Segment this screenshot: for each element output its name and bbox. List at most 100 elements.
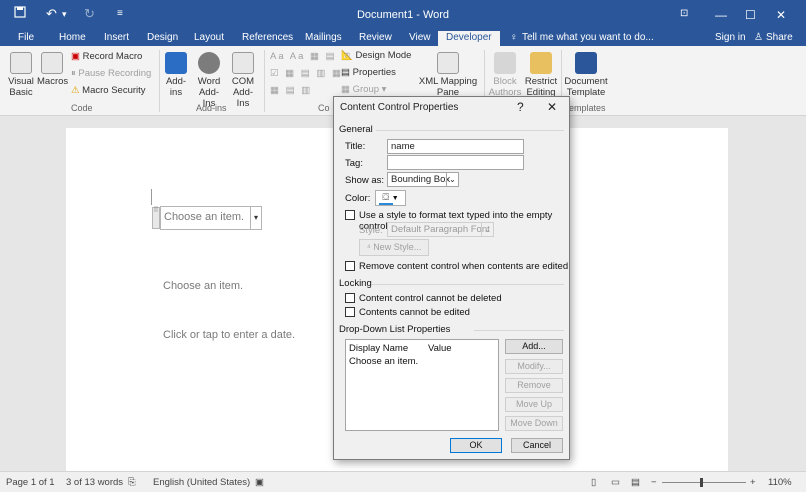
move-up-button[interactable]: Move Up — [505, 397, 563, 412]
dropdown-list-section-label: Drop-Down List Properties — [339, 324, 451, 335]
xml-mapping-icon — [437, 52, 459, 74]
xml-mapping-label: XML Mapping Pane — [418, 76, 478, 98]
document-line-choose-item[interactable]: Choose an item. — [163, 280, 243, 292]
design-mode-button[interactable]: 📐 Design Mode — [341, 50, 411, 61]
cannot-delete-checkbox[interactable] — [345, 293, 355, 303]
read-mode-icon[interactable]: ▯ — [591, 477, 596, 488]
minimize-button[interactable]: — — [715, 8, 727, 22]
style-label: Style: — [359, 225, 383, 236]
help-button[interactable]: ? — [517, 100, 524, 114]
word-template-icon — [575, 52, 597, 74]
macro-security-button[interactable]: ⚠ Macro Security — [71, 85, 146, 96]
tab-layout[interactable]: Layout — [194, 31, 224, 46]
language-indicator[interactable]: English (United States) — [153, 477, 250, 488]
dialog-title: Content Control Properties — [340, 102, 459, 113]
web-layout-icon[interactable]: ▤ — [631, 477, 640, 488]
word-add-ins-button[interactable]: Word Add-Ins — [193, 52, 225, 109]
style-select[interactable]: Default Paragraph Font ⌄ — [387, 222, 494, 237]
com-add-ins-label: COM Add-Ins — [231, 76, 255, 109]
zoom-in-button[interactable]: + — [750, 477, 756, 488]
add-ins-button[interactable]: Add-ins — [162, 52, 190, 98]
group-button[interactable]: ▦ Group ▾ — [341, 84, 386, 95]
xml-mapping-button[interactable]: XML Mapping Pane — [417, 52, 479, 98]
tab-view[interactable]: View — [409, 31, 431, 46]
controls-gallery-row3[interactable]: ▦ ▤ ▥ — [270, 85, 312, 96]
pause-recording-button[interactable]: ⏸ Pause Recording — [71, 68, 151, 79]
visual-basic-label: Visual Basic — [8, 76, 34, 98]
warning-icon: ⚠ — [71, 85, 80, 96]
cannot-edit-label: Contents cannot be edited — [359, 307, 470, 318]
zoom-out-button[interactable]: − — [651, 477, 657, 488]
chevron-down-icon: ▼ — [391, 195, 399, 202]
share-button[interactable]: Share — [766, 31, 793, 46]
block-authors-icon — [494, 52, 516, 74]
proofing-icon[interactable]: ⎘ — [128, 477, 136, 488]
cannot-edit-checkbox[interactable] — [345, 307, 355, 317]
block-authors-button[interactable]: Block Authors — [486, 52, 524, 98]
group-icon: ▦ — [341, 84, 350, 95]
tag-label: Tag: — [345, 158, 363, 169]
zoom-level[interactable]: 110% — [768, 477, 792, 488]
macros-label: Macros — [37, 76, 69, 87]
dropdown-content-control[interactable]: ⠿ Choose an item. ▾ — [152, 206, 262, 230]
print-layout-icon[interactable]: ▭ — [611, 477, 620, 488]
column-header-value[interactable]: Value — [428, 343, 452, 354]
list-item[interactable]: Choose an item. — [349, 356, 418, 367]
properties-button[interactable]: ▤ Properties — [341, 67, 396, 78]
column-header-display-name[interactable]: Display Name — [349, 343, 408, 354]
controls-gallery-row1[interactable]: Aa Aa ▦ ▤ ▥ — [270, 51, 352, 62]
com-add-ins-button[interactable]: COM Add-Ins — [227, 52, 259, 109]
color-picker-button[interactable]: ⛋ ▼ — [375, 190, 406, 206]
divider — [474, 330, 564, 331]
chevron-down-icon[interactable]: ▾ — [250, 207, 261, 229]
add-ins-icon — [165, 52, 187, 74]
tab-home[interactable]: Home — [59, 31, 86, 46]
tab-mailings[interactable]: Mailings — [305, 31, 342, 46]
tab-design[interactable]: Design — [147, 31, 178, 46]
close-button[interactable]: ✕ — [776, 8, 786, 22]
sign-in-link[interactable]: Sign in — [715, 31, 746, 46]
title-input[interactable]: name — [387, 139, 524, 154]
ok-button[interactable]: OK — [450, 438, 502, 453]
design-mode-icon: 📐 — [341, 50, 353, 61]
macro-recording-icon[interactable]: ▣ — [255, 477, 264, 488]
visual-basic-button[interactable]: Visual Basic — [6, 52, 36, 98]
tab-developer[interactable]: Developer — [438, 31, 500, 46]
document-template-button[interactable]: Document Template — [563, 52, 609, 98]
restrict-editing-button[interactable]: Restrict Editing — [524, 52, 558, 98]
cancel-button[interactable]: Cancel — [511, 438, 563, 453]
group-controls-label: Co — [318, 103, 330, 113]
dialog-close-button[interactable]: ✕ — [547, 100, 557, 114]
maximize-button[interactable]: ☐ — [745, 8, 756, 22]
zoom-slider[interactable] — [662, 482, 746, 483]
chevron-down-icon: ⌄ — [481, 223, 493, 236]
zoom-slider-thumb[interactable] — [700, 478, 703, 487]
ribbon-display-icon[interactable]: ⊡ — [680, 8, 688, 19]
add-button[interactable]: Add... — [505, 339, 563, 354]
record-macro-button[interactable]: ▣ Record Macro — [71, 51, 142, 62]
use-style-checkbox[interactable] — [345, 210, 355, 220]
page-count[interactable]: Page 1 of 1 — [6, 477, 55, 488]
remove-button[interactable]: Remove — [505, 378, 563, 393]
word-count[interactable]: 3 of 13 words — [66, 477, 123, 488]
tab-references[interactable]: References — [242, 31, 293, 46]
tab-file[interactable]: File — [18, 31, 34, 46]
macro-security-label: Macro Security — [82, 85, 146, 96]
drag-handle[interactable]: ⠿ — [152, 207, 160, 229]
group-templates-label: emplates — [569, 103, 606, 113]
document-line-date[interactable]: Click or tap to enter a date. — [163, 329, 295, 341]
dropdown-list-box[interactable]: Display Name Value Choose an item. — [345, 339, 499, 431]
tab-insert[interactable]: Insert — [104, 31, 129, 46]
modify-button[interactable]: Modify... — [505, 359, 563, 374]
controls-gallery-row2[interactable]: ☑ ▦ ▤ ▥ ▦ — [270, 68, 343, 79]
move-down-button[interactable]: Move Down — [505, 416, 563, 431]
tag-input[interactable] — [387, 155, 524, 170]
tab-review[interactable]: Review — [359, 31, 392, 46]
show-as-select[interactable]: Bounding Box ⌄ — [387, 172, 459, 187]
share-icon[interactable]: ♙ — [754, 31, 763, 46]
tell-me-input[interactable]: Tell me what you want to do... — [522, 31, 654, 46]
chevron-down-icon: ▾ — [381, 84, 387, 95]
new-style-button[interactable]: ⁴ New Style... — [359, 239, 429, 256]
remove-when-edited-checkbox[interactable] — [345, 261, 355, 271]
macros-button[interactable]: Macros — [37, 52, 69, 87]
